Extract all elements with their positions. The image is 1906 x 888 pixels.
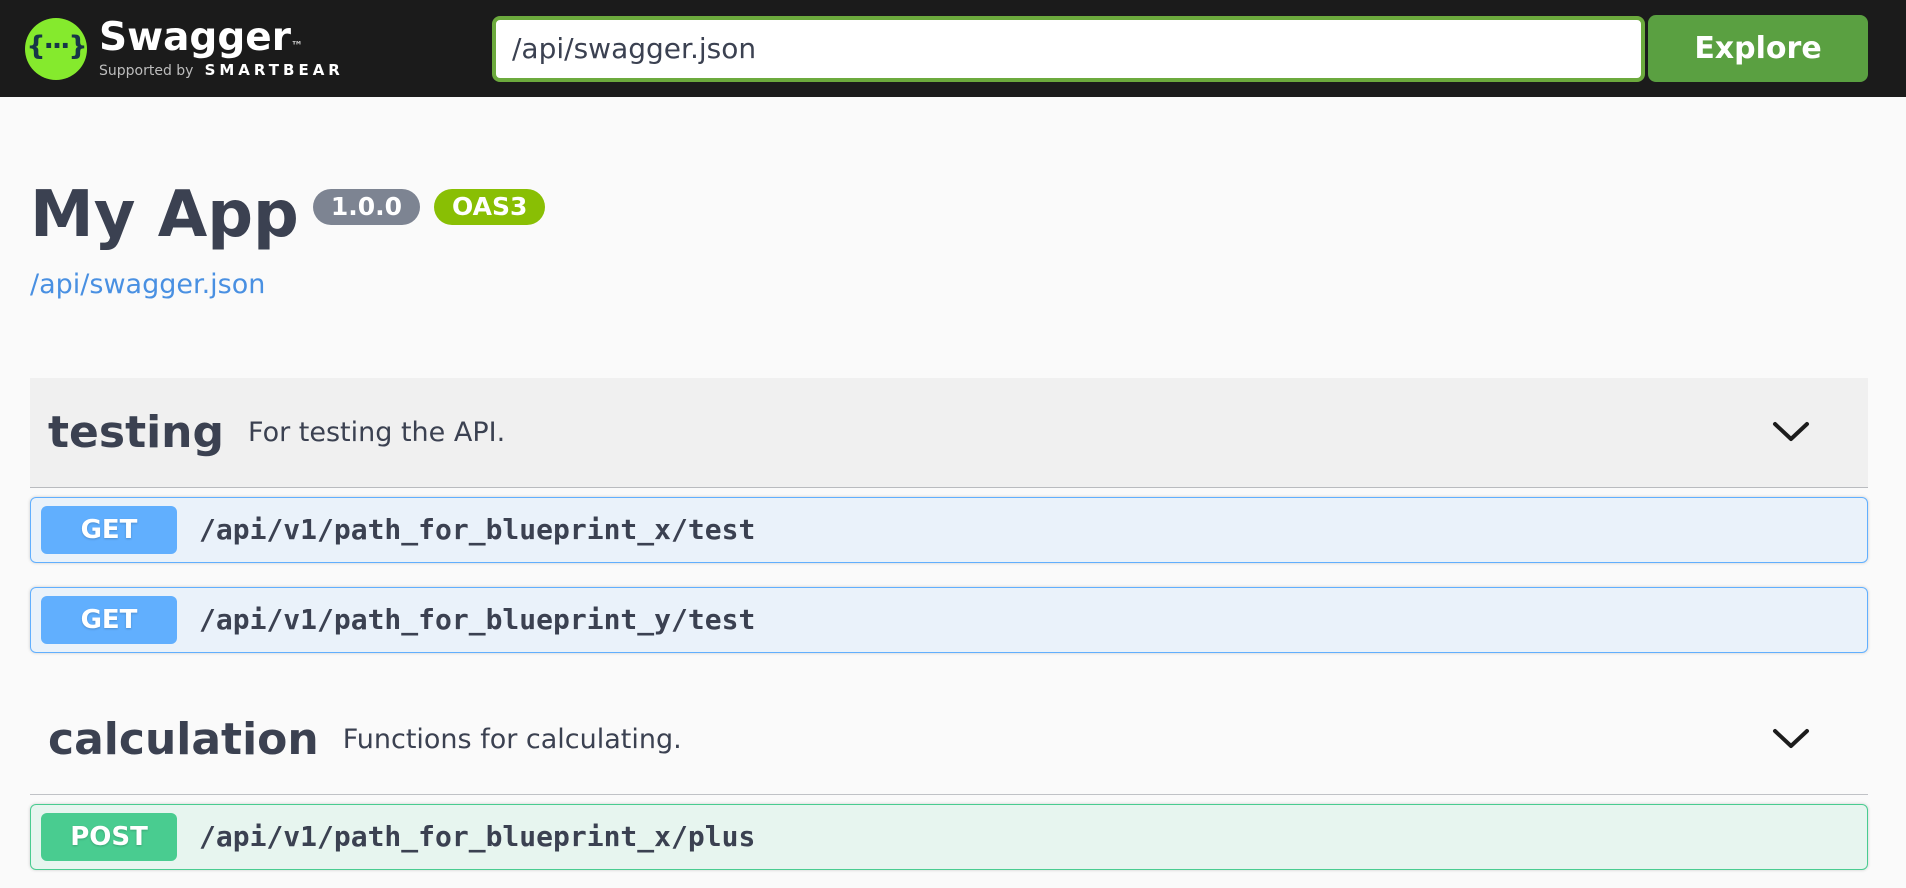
operations-list: testing For testing the API. GET /api/v1… [30,377,1868,870]
operation-row[interactable]: POST /api/v1/path_for_blueprint_x/plus [30,803,1868,870]
tag-header-calculation[interactable]: calculation Functions for calculating. [30,685,1868,795]
explore-button[interactable]: Explore [1648,15,1868,82]
swagger-logo-link[interactable]: {···} Swagger™ Supported by SMARTBEAR [25,14,344,80]
tag-title: calculation [48,713,319,765]
collapse-calculation-button[interactable] [1764,720,1818,758]
operation-path: /api/v1/path_for_blueprint_y/test [199,603,756,637]
supported-by: Supported by SMARTBEAR [99,60,344,79]
tag-description: For testing the API. [248,416,506,448]
version-badge: 1.0.0 [312,189,421,225]
chevron-down-icon [1773,729,1809,749]
method-badge-post: POST [41,812,177,861]
operation-row[interactable]: GET /api/v1/path_for_blueprint_y/test [30,586,1868,653]
oas3-badge: OAS3 [434,189,546,225]
spec-url-input[interactable] [492,15,1645,82]
chevron-down-icon [1773,422,1809,442]
operation-path: /api/v1/path_for_blueprint_x/plus [199,820,756,854]
method-badge-get: GET [41,505,177,554]
page-title: My App [30,178,299,252]
brand-text: Swagger™ Supported by SMARTBEAR [99,14,344,80]
info-header: My App 1.0.0 OAS3 [30,177,1868,254]
tag-title: testing [48,406,224,458]
opblocks-calculation: POST /api/v1/path_for_blueprint_x/plus [30,803,1868,870]
swagger-logo-icon: {···} [25,17,88,80]
operation-path: /api/v1/path_for_blueprint_x/test [199,513,756,547]
spec-url-link[interactable]: /api/swagger.json [30,268,265,302]
topbar: {···} Swagger™ Supported by SMARTBEAR Ex… [0,0,1906,97]
supported-by-prefix: Supported by [99,63,194,80]
smartbear-wordmark: SMARTBEAR [204,61,344,80]
opblocks-testing: GET /api/v1/path_for_blueprint_x/test GE… [30,496,1868,653]
collapse-testing-button[interactable] [1764,413,1818,451]
tag-description: Functions for calculating. [342,723,682,755]
trademark-mark: ™ [290,38,303,53]
tag-header-testing[interactable]: testing For testing the API. [30,377,1868,488]
operation-row[interactable]: GET /api/v1/path_for_blueprint_x/test [30,496,1868,563]
method-badge-get: GET [41,595,177,644]
braces-icon: {···} [26,31,87,62]
brand-name: Swagger™ [99,14,303,60]
api-docs: My App 1.0.0 OAS3 /api/swagger.json test… [0,97,1906,870]
download-url-form: Explore [492,15,1868,82]
